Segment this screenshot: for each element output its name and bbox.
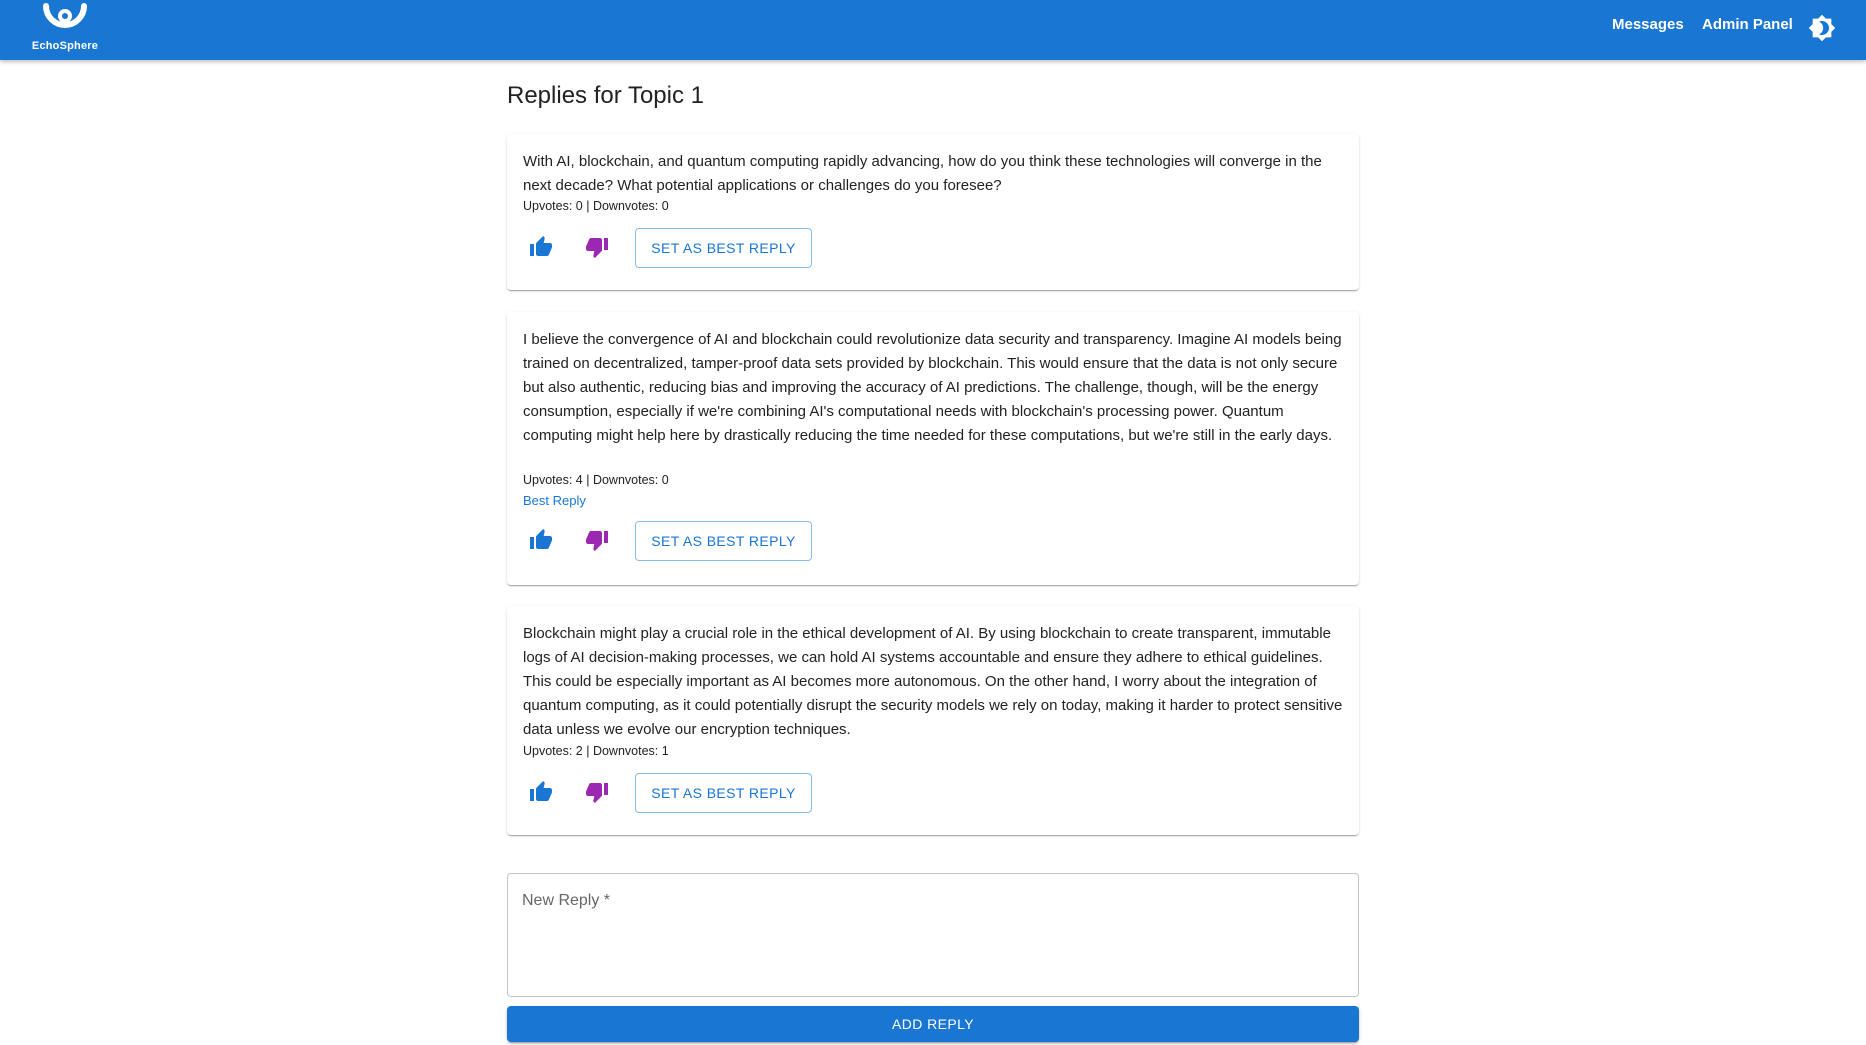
thumb-down-icon bbox=[586, 783, 608, 803]
brightness-icon bbox=[1808, 14, 1836, 42]
reply-card: Blockchain might play a crucial role in … bbox=[507, 606, 1359, 835]
set-best-reply-button[interactable]: SET AS BEST REPLY bbox=[635, 521, 812, 561]
thumb-up-icon bbox=[530, 781, 552, 801]
nav-admin-panel-link[interactable]: Admin Panel bbox=[1702, 16, 1793, 33]
new-reply-label: New Reply * bbox=[522, 892, 611, 909]
brand-logo[interactable]: EchoSphere bbox=[20, 0, 110, 60]
reply-card: I believe the convergence of AI and bloc… bbox=[507, 312, 1359, 585]
reply-text: Blockchain might play a crucial role in … bbox=[523, 625, 1343, 738]
thumb-up-icon bbox=[530, 529, 552, 549]
echosphere-logo-icon bbox=[43, 3, 87, 28]
app-bar: EchoSphere Messages Admin Panel bbox=[0, 0, 1866, 60]
new-reply-input[interactable] bbox=[522, 920, 1344, 986]
add-reply-button[interactable]: ADD REPLY bbox=[507, 1006, 1359, 1042]
downvote-button[interactable] bbox=[577, 227, 617, 267]
vote-counts: Upvotes: 2 | Downvotes: 1 bbox=[523, 744, 669, 758]
upvote-button[interactable] bbox=[521, 227, 561, 267]
brand-name: EchoSphere bbox=[31, 40, 99, 52]
thumb-up-icon bbox=[530, 236, 552, 256]
thumb-down-icon bbox=[586, 238, 608, 258]
page-title: Replies for Topic 1 bbox=[507, 82, 704, 109]
best-reply-badge: Best Reply bbox=[523, 493, 586, 508]
set-best-reply-button[interactable]: SET AS BEST REPLY bbox=[635, 228, 812, 268]
reply-text: With AI, blockchain, and quantum computi… bbox=[523, 153, 1322, 194]
vote-counts: Upvotes: 0 | Downvotes: 0 bbox=[523, 199, 669, 213]
downvote-button[interactable] bbox=[577, 772, 617, 812]
new-reply-field[interactable]: New Reply * bbox=[507, 873, 1359, 997]
set-best-reply-button[interactable]: SET AS BEST REPLY bbox=[635, 773, 812, 813]
reply-text: I believe the convergence of AI and bloc… bbox=[523, 331, 1342, 444]
vote-counts: Upvotes: 4 | Downvotes: 0 bbox=[523, 473, 669, 487]
upvote-button[interactable] bbox=[521, 520, 561, 560]
thumb-down-icon bbox=[586, 531, 608, 551]
reply-card: With AI, blockchain, and quantum computi… bbox=[507, 134, 1359, 290]
nav-messages-link[interactable]: Messages bbox=[1612, 16, 1684, 33]
upvote-button[interactable] bbox=[521, 772, 561, 812]
theme-toggle-button[interactable] bbox=[1808, 14, 1836, 42]
downvote-button[interactable] bbox=[577, 520, 617, 560]
